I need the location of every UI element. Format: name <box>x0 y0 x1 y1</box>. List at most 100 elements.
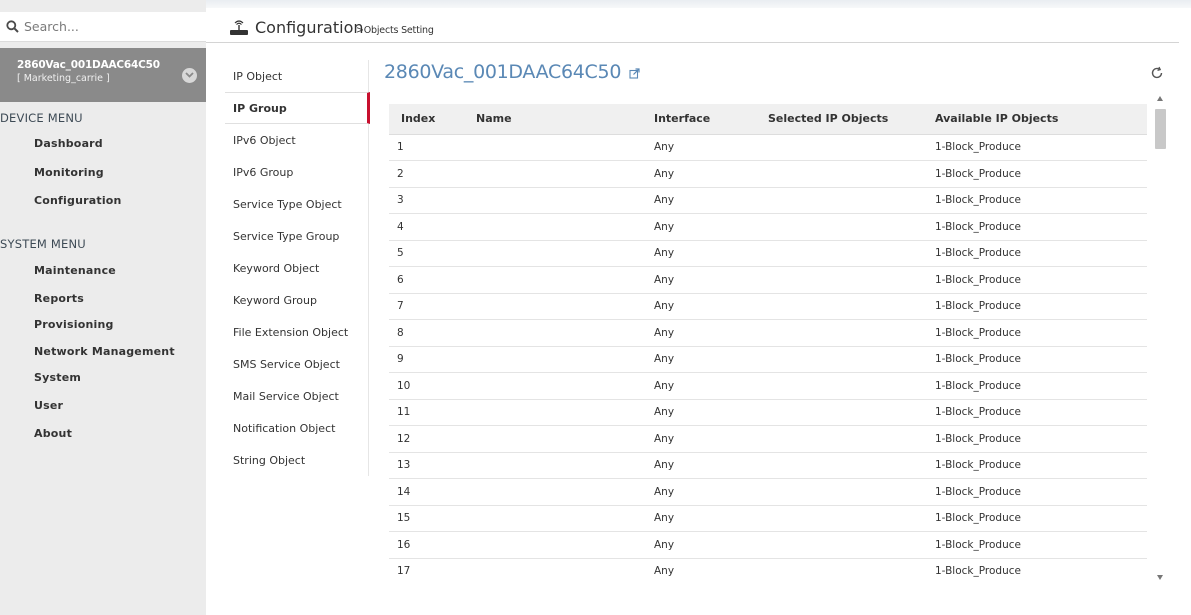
cell-available-ip-objects: 1-Block_Produce <box>935 319 1147 347</box>
table-row[interactable]: 3 Any 1-Block_Produce <box>389 187 1147 214</box>
cell-interface: Any <box>651 505 768 532</box>
submenu-string-object[interactable]: String Object <box>225 444 369 476</box>
table-scrollbar[interactable] <box>1153 96 1168 582</box>
cell-index: 3 <box>389 187 476 214</box>
submenu-ipv6-group[interactable]: IPv6 Group <box>225 156 369 188</box>
table-row[interactable]: 13 Any 1-Block_Produce <box>389 452 1147 479</box>
submenu-ip-object[interactable]: IP Object <box>225 60 369 92</box>
page-title: Configuration <box>255 18 364 37</box>
cell-interface: Any <box>651 558 768 582</box>
submenu-keyword-object[interactable]: Keyword Object <box>225 252 369 284</box>
device-selector[interactable]: 2860Vac_001DAAC64C50 [ Marketing_carrie … <box>0 48 206 102</box>
submenu-ip-group[interactable]: IP Group <box>225 92 370 124</box>
menu-item-provisioning[interactable]: Provisioning <box>34 318 114 331</box>
device-title: 2860Vac_001DAAC64C50 <box>384 61 640 83</box>
cell-name <box>476 505 651 532</box>
scrollbar-track[interactable] <box>1155 109 1166 569</box>
cell-selected-ip-objects <box>768 372 935 400</box>
submenu-sms-service-object[interactable]: SMS Service Object <box>225 348 369 380</box>
cell-available-ip-objects: 1-Block_Produce <box>935 240 1147 267</box>
table-row[interactable]: 8 Any 1-Block_Produce <box>389 319 1147 347</box>
cell-available-ip-objects: 1-Block_Produce <box>935 425 1147 453</box>
cell-available-ip-objects: 1-Block_Produce <box>935 346 1147 373</box>
scroll-down-arrow-icon[interactable] <box>1157 575 1163 580</box>
cell-selected-ip-objects <box>768 134 935 161</box>
menu-item-about[interactable]: About <box>34 427 72 440</box>
cell-available-ip-objects: 1-Block_Produce <box>935 213 1147 241</box>
cell-selected-ip-objects <box>768 558 935 582</box>
search-input[interactable] <box>24 19 194 34</box>
submenu-notification-object[interactable]: Notification Object <box>225 412 369 444</box>
table-row[interactable]: 16 Any 1-Block_Produce <box>389 531 1147 559</box>
table-row[interactable]: 11 Any 1-Block_Produce <box>389 399 1147 426</box>
cell-name <box>476 319 651 347</box>
scroll-up-arrow-icon[interactable] <box>1157 96 1163 101</box>
cell-interface: Any <box>651 399 768 426</box>
cell-index: 4 <box>389 213 476 241</box>
cell-available-ip-objects: 1-Block_Produce <box>935 160 1147 188</box>
table-body: 1 Any 1-Block_Produce 2 Any 1-Block_Produce 3 A… <box>389 134 1147 582</box>
menu-item-user[interactable]: User <box>34 399 63 412</box>
breadcrumb[interactable]: >Objects Setting <box>356 25 434 36</box>
cell-name <box>476 293 651 320</box>
column-header-index[interactable]: Index <box>389 104 476 135</box>
external-link-icon[interactable] <box>629 68 640 79</box>
submenu-ipv6-object[interactable]: IPv6 Object <box>225 124 369 156</box>
ip-group-table-container: Index Name Interface Selected IP Objects… <box>389 104 1147 582</box>
column-header-name[interactable]: Name <box>476 104 651 135</box>
cell-interface: Any <box>651 187 768 214</box>
table-row[interactable]: 14 Any 1-Block_Produce <box>389 478 1147 506</box>
submenu-service-type-group[interactable]: Service Type Group <box>225 220 369 252</box>
column-header-selected-ip-objects[interactable]: Selected IP Objects <box>768 104 935 135</box>
table-row[interactable]: 17 Any 1-Block_Produce <box>389 558 1147 582</box>
refresh-icon[interactable] <box>1150 66 1164 80</box>
menu-item-configuration[interactable]: Configuration <box>34 194 122 207</box>
cell-name <box>476 213 651 241</box>
search-box[interactable] <box>0 12 206 42</box>
scrollbar-thumb[interactable] <box>1155 109 1166 149</box>
menu-item-dashboard[interactable]: Dashboard <box>34 137 103 150</box>
device-toggle-button[interactable] <box>176 62 202 88</box>
table-row[interactable]: 7 Any 1-Block_Produce <box>389 293 1147 320</box>
submenu-file-extension-object[interactable]: File Extension Object <box>225 316 369 348</box>
cell-name <box>476 399 651 426</box>
page-header: Configuration >Objects Setting <box>206 12 1179 43</box>
cell-name <box>476 134 651 161</box>
table-row[interactable]: 5 Any 1-Block_Produce <box>389 240 1147 267</box>
cell-interface: Any <box>651 293 768 320</box>
menu-item-system[interactable]: System <box>34 371 81 384</box>
table-row[interactable]: 4 Any 1-Block_Produce <box>389 213 1147 241</box>
submenu-service-type-object[interactable]: Service Type Object <box>225 188 369 220</box>
device-name: 2860Vac_001DAAC64C50 <box>17 59 160 71</box>
column-header-available-ip-objects[interactable]: Available IP Objects <box>935 104 1147 135</box>
cell-available-ip-objects: 1-Block_Produce <box>935 505 1147 532</box>
table-row[interactable]: 6 Any 1-Block_Produce <box>389 266 1147 294</box>
table-row[interactable]: 15 Any 1-Block_Produce <box>389 505 1147 532</box>
submenu-keyword-group[interactable]: Keyword Group <box>225 284 369 316</box>
table-row[interactable]: 9 Any 1-Block_Produce <box>389 346 1147 373</box>
menu-item-network-management[interactable]: Network Management <box>34 345 175 358</box>
cell-selected-ip-objects <box>768 478 935 506</box>
table-row[interactable]: 2 Any 1-Block_Produce <box>389 160 1147 188</box>
cell-interface: Any <box>651 372 768 400</box>
cell-available-ip-objects: 1-Block_Produce <box>935 134 1147 161</box>
cell-selected-ip-objects <box>768 505 935 532</box>
cell-available-ip-objects: 1-Block_Produce <box>935 478 1147 506</box>
cell-name <box>476 160 651 188</box>
cell-name <box>476 346 651 373</box>
table-row[interactable]: 12 Any 1-Block_Produce <box>389 425 1147 453</box>
menu-item-maintenance[interactable]: Maintenance <box>34 264 116 277</box>
table-row[interactable]: 1 Any 1-Block_Produce <box>389 134 1147 161</box>
cell-index: 7 <box>389 293 476 320</box>
table-row[interactable]: 10 Any 1-Block_Produce <box>389 372 1147 400</box>
menu-item-monitoring[interactable]: Monitoring <box>34 166 104 179</box>
cell-index: 5 <box>389 240 476 267</box>
cell-index: 15 <box>389 505 476 532</box>
cell-name <box>476 187 651 214</box>
cell-interface: Any <box>651 425 768 453</box>
column-header-interface[interactable]: Interface <box>651 104 768 135</box>
submenu-mail-service-object[interactable]: Mail Service Object <box>225 380 369 412</box>
menu-item-reports[interactable]: Reports <box>34 292 84 305</box>
cell-interface: Any <box>651 452 768 479</box>
cell-selected-ip-objects <box>768 425 935 453</box>
